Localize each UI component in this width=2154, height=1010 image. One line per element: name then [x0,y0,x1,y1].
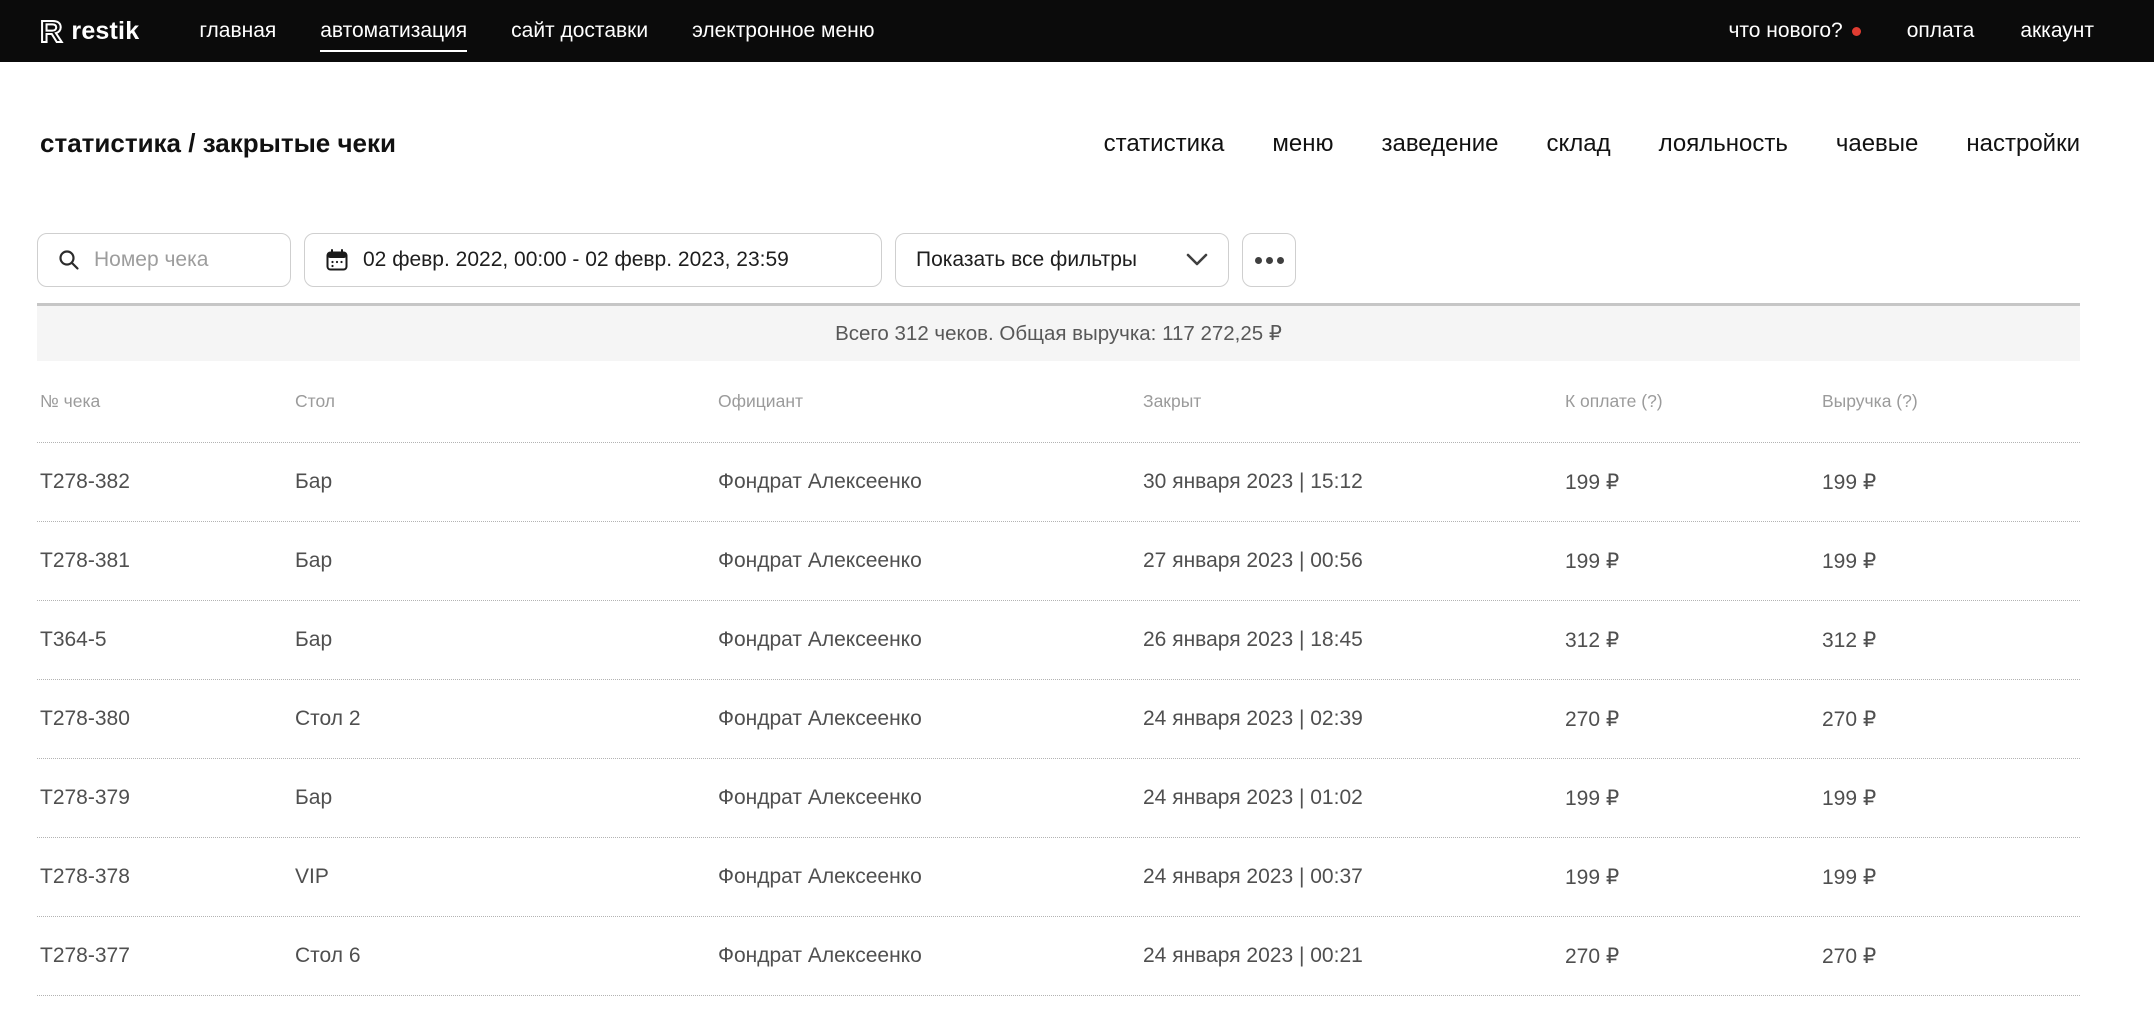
table-row[interactable]: Т278-381БарФондрат Алексеенко27 января 2… [37,522,2080,601]
column-header-table: Стол [292,391,715,412]
section-nav-statistics[interactable]: статистика [1104,130,1225,158]
table-cell: Т278-381 [37,549,292,573]
table-cell: Фондрат Алексеенко [715,944,1140,968]
table-cell: 30 января 2023 | 15:12 [1140,470,1562,494]
table-cell: 199 ₽ [1562,786,1819,811]
table-cell: VIP [292,865,715,889]
filters-row: 02 февр. 2022, 00:00 - 02 февр. 2023, 23… [37,233,2080,287]
table-row[interactable]: Т278-379БарФондрат Алексеенко24 января 2… [37,759,2080,838]
table-cell: Т278-378 [37,865,292,889]
table-cell: 270 ₽ [1562,707,1819,732]
date-range-value: 02 февр. 2022, 00:00 - 02 февр. 2023, 23… [363,248,789,272]
table-row[interactable]: Т278-380Стол 2Фондрат Алексеенко24 январ… [37,680,2080,759]
section-nav-tips[interactable]: чаевые [1836,130,1919,158]
section-nav-warehouse[interactable]: склад [1546,130,1610,158]
table-header: № чека Стол Официант Закрыт К оплате (?)… [37,361,2080,443]
section-nav-settings[interactable]: настройки [1966,130,2080,158]
top-nav-automation[interactable]: автоматизация [320,19,467,52]
column-header-closed: Закрыт [1140,391,1562,412]
table-row[interactable]: Т278-382БарФондрат Алексеенко30 января 2… [37,443,2080,522]
table-cell: 270 ₽ [1819,944,2080,969]
summary-text: Всего 312 чеков. Общая выручка: 117 272,… [835,321,1282,346]
date-range-picker[interactable]: 02 февр. 2022, 00:00 - 02 февр. 2023, 23… [304,233,882,287]
whats-new-link[interactable]: что нового? [1728,19,1860,43]
column-header-check-number: № чека [37,391,292,412]
table-row[interactable]: Т278-378VIPФондрат Алексеенко24 января 2… [37,838,2080,917]
table-cell: 270 ₽ [1562,944,1819,969]
notification-dot [1852,27,1861,36]
table-cell: 24 января 2023 | 00:21 [1140,944,1562,968]
search-input[interactable] [94,248,270,272]
table-cell: 199 ₽ [1562,470,1819,495]
top-nav-main[interactable]: главная [199,19,276,43]
column-header-waiter: Официант [715,391,1140,412]
table-cell: Фондрат Алексеенко [715,865,1140,889]
table-cell: 26 января 2023 | 18:45 [1140,628,1562,652]
table-cell: 199 ₽ [1819,470,2080,495]
breadcrumb: статистика / закрытые чеки [37,128,396,159]
table-cell: Т278-379 [37,786,292,810]
section-nav-menu[interactable]: меню [1272,130,1333,158]
summary-bar: Всего 312 чеков. Общая выручка: 117 272,… [37,303,2080,361]
table-row[interactable]: Т364-5БарФондрат Алексеенко26 января 202… [37,601,2080,680]
show-all-filters-label: Показать все фильтры [916,248,1137,272]
top-nav-emenu[interactable]: электронное меню [692,19,874,43]
chevron-down-icon [1186,253,1208,267]
table-cell: Бар [292,786,715,810]
more-filters-button[interactable] [1242,233,1296,287]
check-number-search[interactable] [37,233,291,287]
table-cell: Бар [292,628,715,652]
table-cell: 24 января 2023 | 01:02 [1140,786,1562,810]
table-cell: 199 ₽ [1562,865,1819,890]
table-body: Т278-382БарФондрат Алексеенко30 января 2… [37,443,2080,996]
table-row[interactable]: Т278-377Стол 6Фондрат Алексеенко24 январ… [37,917,2080,996]
table-cell: Т364-5 [37,628,292,652]
ellipsis-icon [1255,257,1284,264]
restik-logo[interactable]: R restik [40,16,139,47]
table-cell: Стол 6 [292,944,715,968]
header-row: статистика / закрытые чеки статистика ме… [37,128,2080,159]
table-cell: Бар [292,549,715,573]
table-cell: Фондрат Алексеенко [715,786,1140,810]
column-header-revenue: Выручка (?) [1819,391,2080,412]
table-cell: Фондрат Алексеенко [715,549,1140,573]
table-cell: 24 января 2023 | 02:39 [1140,707,1562,731]
table-cell: Т278-377 [37,944,292,968]
calendar-icon [325,248,349,272]
table-cell: Фондрат Алексеенко [715,470,1140,494]
table-cell: 24 января 2023 | 00:37 [1140,865,1562,889]
table-cell: 270 ₽ [1819,707,2080,732]
account-link[interactable]: аккаунт [2020,19,2094,43]
page-content: статистика / закрытые чеки статистика ме… [0,128,2154,996]
show-all-filters-button[interactable]: Показать все фильтры [895,233,1229,287]
top-bar: R restik главная автоматизация сайт дост… [0,0,2154,62]
section-nav: статистика меню заведение склад лояльнос… [1104,130,2080,158]
table-cell: Т278-382 [37,470,292,494]
table-cell: 27 января 2023 | 00:56 [1140,549,1562,573]
whats-new-label: что нового? [1728,19,1842,43]
top-nav: главная автоматизация сайт доставки элек… [199,19,874,43]
table-cell: Стол 2 [292,707,715,731]
table-cell: 312 ₽ [1562,628,1819,653]
section-nav-venue[interactable]: заведение [1381,130,1498,158]
table-cell: 199 ₽ [1562,549,1819,574]
table-cell: 199 ₽ [1819,786,2080,811]
table-cell: Фондрат Алексеенко [715,707,1140,731]
restik-logo-icon: R [40,16,62,47]
table-cell: 312 ₽ [1819,628,2080,653]
table-cell: 199 ₽ [1819,549,2080,574]
section-nav-loyalty[interactable]: лояльность [1659,130,1788,158]
restik-logo-label: restik [71,17,139,46]
table-cell: Бар [292,470,715,494]
table-cell: Фондрат Алексеенко [715,628,1140,652]
search-icon [58,249,80,271]
column-header-to-pay: К оплате (?) [1562,391,1819,412]
top-nav-delivery-site[interactable]: сайт доставки [511,19,648,43]
payment-link[interactable]: оплата [1907,19,1975,43]
top-bar-right: что нового? оплата аккаунт [1728,19,2094,43]
table-cell: 199 ₽ [1819,865,2080,890]
table-cell: Т278-380 [37,707,292,731]
